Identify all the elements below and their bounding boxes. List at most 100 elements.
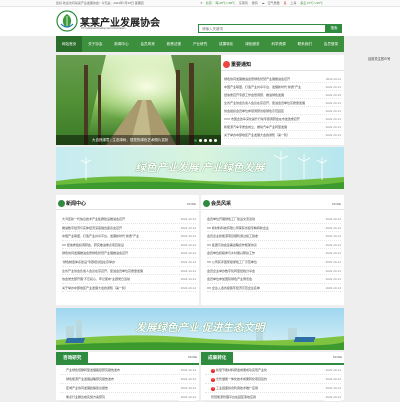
brand-name-english: XX Industrial Development Association	[81, 27, 126, 30]
hero-slider[interactable]: 大自然绿意 | 生态绿树，视觉的绿色艺术照片赏析	[56, 55, 221, 145]
list-item-title[interactable]: 中国产业联盟，打造产业共享平台，发展新时代“新质”产业	[224, 85, 301, 89]
list-item-date: 2022-10-14	[323, 375, 341, 383]
list-item[interactable]: 3 工业固废综合利用技术推广应用 2022-10-14	[205, 384, 341, 393]
nav-home[interactable]: 网站首页	[56, 36, 83, 52]
list-item-title[interactable]: 会员企业新能源项目顺利通过竣工验收	[207, 234, 258, 238]
list-item-title[interactable]: 绿色协同发展推进会暨绿色智慧产业展推进会召开	[224, 77, 290, 81]
list-item-title[interactable]: XX 企业入选省级循环经济示范企业名单	[207, 286, 260, 290]
list-item-title[interactable]: 协会党支部开展“不忘初心、牢记使命”主题党日活动	[62, 277, 130, 281]
list-item[interactable]: 产业绿色低碳转型发展路径研究报告发布 2022-10-14	[60, 366, 196, 375]
list-item-title[interactable]: 经信委召开专题工作会暨调研，推进绿色发展	[224, 93, 284, 97]
slider-dot[interactable]	[214, 139, 217, 142]
nav-green-service[interactable]: 绿色服务	[239, 36, 265, 52]
list-item-title[interactable]: 推进数字经济与实体经济深度融合座谈会召开	[62, 226, 122, 230]
list-item-title[interactable]: 智慧能源管理平台在园区落地应用	[211, 395, 256, 399]
list-item-title[interactable]: XX 新材料科技有限公司荣获省级专精特新企业	[207, 226, 269, 230]
nav-members[interactable]: 会员风采	[135, 36, 161, 52]
list-item[interactable]: 新能源汽车专委会成立，推动汽车产业转型发展 2022-10-14	[224, 123, 341, 131]
achievements-more-link[interactable]: MORE	[333, 355, 342, 359]
list-item-title[interactable]: 重点行业碳达峰实施方案研究	[66, 395, 105, 399]
list-item-title[interactable]: 关于举办中部地区产业发展大会的通知（第一轮）	[224, 133, 290, 137]
list-item-title[interactable]: 大湾区新一代信息技术产业集群建设推进会召开	[62, 217, 125, 221]
list-item[interactable]: XX 集团与协会签署战略合作框架协议 2022-10-14	[207, 240, 341, 250]
news-list: 大湾区新一代信息技术产业集群建设推进会召开 2022-10-14 推进数字经济与实体…	[62, 215, 196, 293]
search-button[interactable]: 搜索	[326, 24, 342, 33]
follow-wechat-link[interactable]: 目前关注官众号	[368, 56, 390, 61]
list-item-date: 2022-10-14	[323, 99, 341, 106]
list-item[interactable]: XX 经信委组织调研会，研究推进重点项目建设 2022-10-14	[62, 240, 196, 250]
list-item-title[interactable]: 会员单位开展绿色工厂建设交流活动	[207, 217, 255, 221]
list-item-title[interactable]: 全省产业协会负责人会议在京召开，促进会员单位高质量发展	[224, 101, 305, 105]
news-more-link[interactable]: MORE	[187, 202, 196, 206]
search-input[interactable]	[198, 24, 326, 33]
list-item[interactable]: 区域产业协同发展政策建议报告 2022-10-14	[60, 384, 196, 393]
list-item-title[interactable]: 光伏储能一体化技术成果转化项目签约	[216, 377, 267, 381]
research-more-link[interactable]: MORE	[188, 355, 197, 359]
list-item-title[interactable]: “绿色制造体系建设”专题培训班在京举办	[62, 260, 115, 264]
list-item[interactable]: 关于举办中部地区产业发展大会的通知（第一轮） 2022-10-14	[62, 283, 196, 293]
list-item-title[interactable]: 协会组织会员单位参观调研省级绿色示范园区	[224, 109, 284, 113]
list-item-title[interactable]: 绿色协同发展推进会暨绿色智慧产业展推进会召开	[62, 251, 128, 255]
list-item-title[interactable]: 绿色能源产业发展战略研究报告发布	[66, 377, 114, 381]
list-item[interactable]: 会员企业新能源项目顺利通过竣工验收 2022-10-14	[207, 232, 341, 241]
list-item[interactable]: 经信委召开专题工作会暨调研，推进绿色发展 2022-10-15	[224, 91, 341, 99]
list-item-date: 2022-10-14	[178, 375, 196, 383]
nav-achievements[interactable]: 成果转化	[213, 36, 239, 52]
list-item[interactable]: 会员单位参加国际绿色产业博览会 2022-10-14	[207, 275, 341, 284]
list-item[interactable]: 会员企业举办数字化转型经验分享会 2022-10-14	[207, 266, 341, 276]
list-item-title[interactable]: XX 公司获评国家级绿色工厂示范单位	[207, 260, 257, 264]
list-item[interactable]: XX 公司获评国家级绿色工厂示范单位 2022-10-14	[207, 257, 341, 267]
nav-about[interactable]: 关于协会	[82, 36, 108, 52]
list-item-title[interactable]: 会员单位参加国际绿色产业博览会	[207, 277, 252, 281]
list-item[interactable]: 智慧能源管理平台在园区落地应用 2022-10-14	[205, 393, 341, 402]
list-item[interactable]: 绿色能源产业发展战略研究报告发布 2022-10-14	[60, 375, 196, 384]
nav-news[interactable]: 新闻中心	[108, 36, 134, 52]
list-item-title[interactable]: 会员单位积极参与乡村振兴帮扶工作	[207, 251, 255, 255]
list-item[interactable]: 大湾区新一代信息技术产业集群建设推进会召开 2022-10-14	[62, 215, 196, 224]
list-item[interactable]: “绿色制造体系建设”专题培训班在京举办 2022-10-14	[62, 257, 196, 267]
slider-dot[interactable]	[204, 139, 207, 142]
members-more-link[interactable]: MORE	[332, 202, 341, 206]
list-item[interactable]: 会员单位积极参与乡村振兴帮扶工作 2022-10-14	[207, 249, 341, 258]
list-item-title[interactable]: 新能源汽车专委会成立，推动汽车产业转型发展	[224, 125, 287, 129]
nav-contact[interactable]: 联系我们	[292, 36, 318, 52]
slider-dot[interactable]	[194, 139, 197, 142]
nav-research[interactable]: 产业研究	[187, 36, 213, 52]
nav-resources[interactable]: 科学资源	[266, 36, 292, 52]
list-item[interactable]: 中国产业联盟，打造产业共享平台，发展新时代“新质”产业 2022-10-14	[224, 83, 341, 91]
list-item[interactable]: 1 新型节能材料研发成果成功实现产业化 2022-10-14	[205, 366, 341, 375]
association-logo[interactable]	[56, 10, 78, 32]
list-item-title[interactable]: 关于举办中部地区产业发展大会的通知（第一轮）	[62, 286, 128, 290]
list-item-title[interactable]: XX 集团与协会签署战略合作框架协议	[207, 243, 257, 247]
nav-login[interactable]: 会员登录	[318, 36, 344, 52]
list-item[interactable]: 绿色协同发展推进会暨绿色智慧产业展推进会召开 2022-10-11	[224, 75, 341, 83]
list-item[interactable]: 推进数字经济与实体经济深度融合座谈会召开 2022-10-14	[62, 223, 196, 233]
list-item-title[interactable]: 新型节能材料研发成果成功实现产业化	[216, 368, 267, 372]
slider-dot[interactable]	[209, 139, 212, 142]
list-item[interactable]: 全省产业协会负责人会议在京召开，促进会员单位高质量发展 2022-10-14	[62, 266, 196, 276]
list-item[interactable]: 绿色协同发展推进会暨绿色智慧产业展推进会召开 2022-10-14	[62, 249, 196, 258]
list-item-title[interactable]: 全省产业协会负责人会议在京召开，促进会员单位高质量发展	[62, 269, 143, 273]
list-item-title[interactable]: 会员企业举办数字化转型经验分享会	[207, 269, 255, 273]
list-item[interactable]: 2 光伏储能一体化技术成果转化项目签约 2022-10-14	[205, 375, 341, 384]
nav-policy[interactable]: 政策法规	[161, 36, 187, 52]
list-item[interactable]: XX 企业入选省级循环经济示范企业名单 2022-10-14	[207, 283, 341, 293]
list-item-title[interactable]: 工业固废综合利用技术推广应用	[216, 386, 258, 390]
list-item[interactable]: 会员单位开展绿色工厂建设交流活动 2022-10-14	[207, 215, 341, 224]
list-item[interactable]: 关于举办中部地区产业发展大会的通知（第一轮） 2022-10-14	[224, 131, 341, 139]
slider-dot[interactable]	[199, 139, 202, 142]
list-item[interactable]: 全省产业协会负责人会议在京召开，促进会员单位高质量发展 2022-10-14	[224, 99, 341, 107]
list-item-title[interactable]: 中国产业联盟，打造产业共享平台，发展新时代“新质”产业	[62, 234, 139, 238]
list-item[interactable]: XX 新材料科技有限公司荣获省级专精特新企业 2022-10-14	[207, 223, 341, 233]
list-item-title[interactable]: XXX 市国企改革深化提升行动专题调研会在市发改委召开	[224, 117, 300, 121]
notice-icon	[223, 61, 230, 68]
list-item[interactable]: 中国产业联盟，打造产业共享平台，发展新时代“新质”产业 2022-10-14	[62, 232, 196, 241]
list-item[interactable]: 协会组织会员单位参观调研省级绿色示范园区 2022-10-14	[224, 107, 341, 115]
green-banner-2: 发展绿色产业 促进生态文明	[56, 308, 344, 350]
list-item[interactable]: XXX 市国企改革深化提升行动专题调研会在市发改委召开 2022-10-14	[224, 115, 341, 123]
list-item-title[interactable]: XX 经信委组织调研会，研究推进重点项目建设	[62, 243, 124, 247]
list-item[interactable]: 重点行业碳达峰实施方案研究 2022-10-14	[60, 393, 196, 402]
list-item-title[interactable]: 区域产业协同发展政策建议报告	[66, 386, 108, 390]
list-item-title[interactable]: 产业绿色低碳转型发展路径研究报告发布	[66, 368, 120, 372]
list-item[interactable]: 协会党支部开展“不忘初心、牢记使命”主题党日活动 2022-10-14	[62, 275, 196, 284]
